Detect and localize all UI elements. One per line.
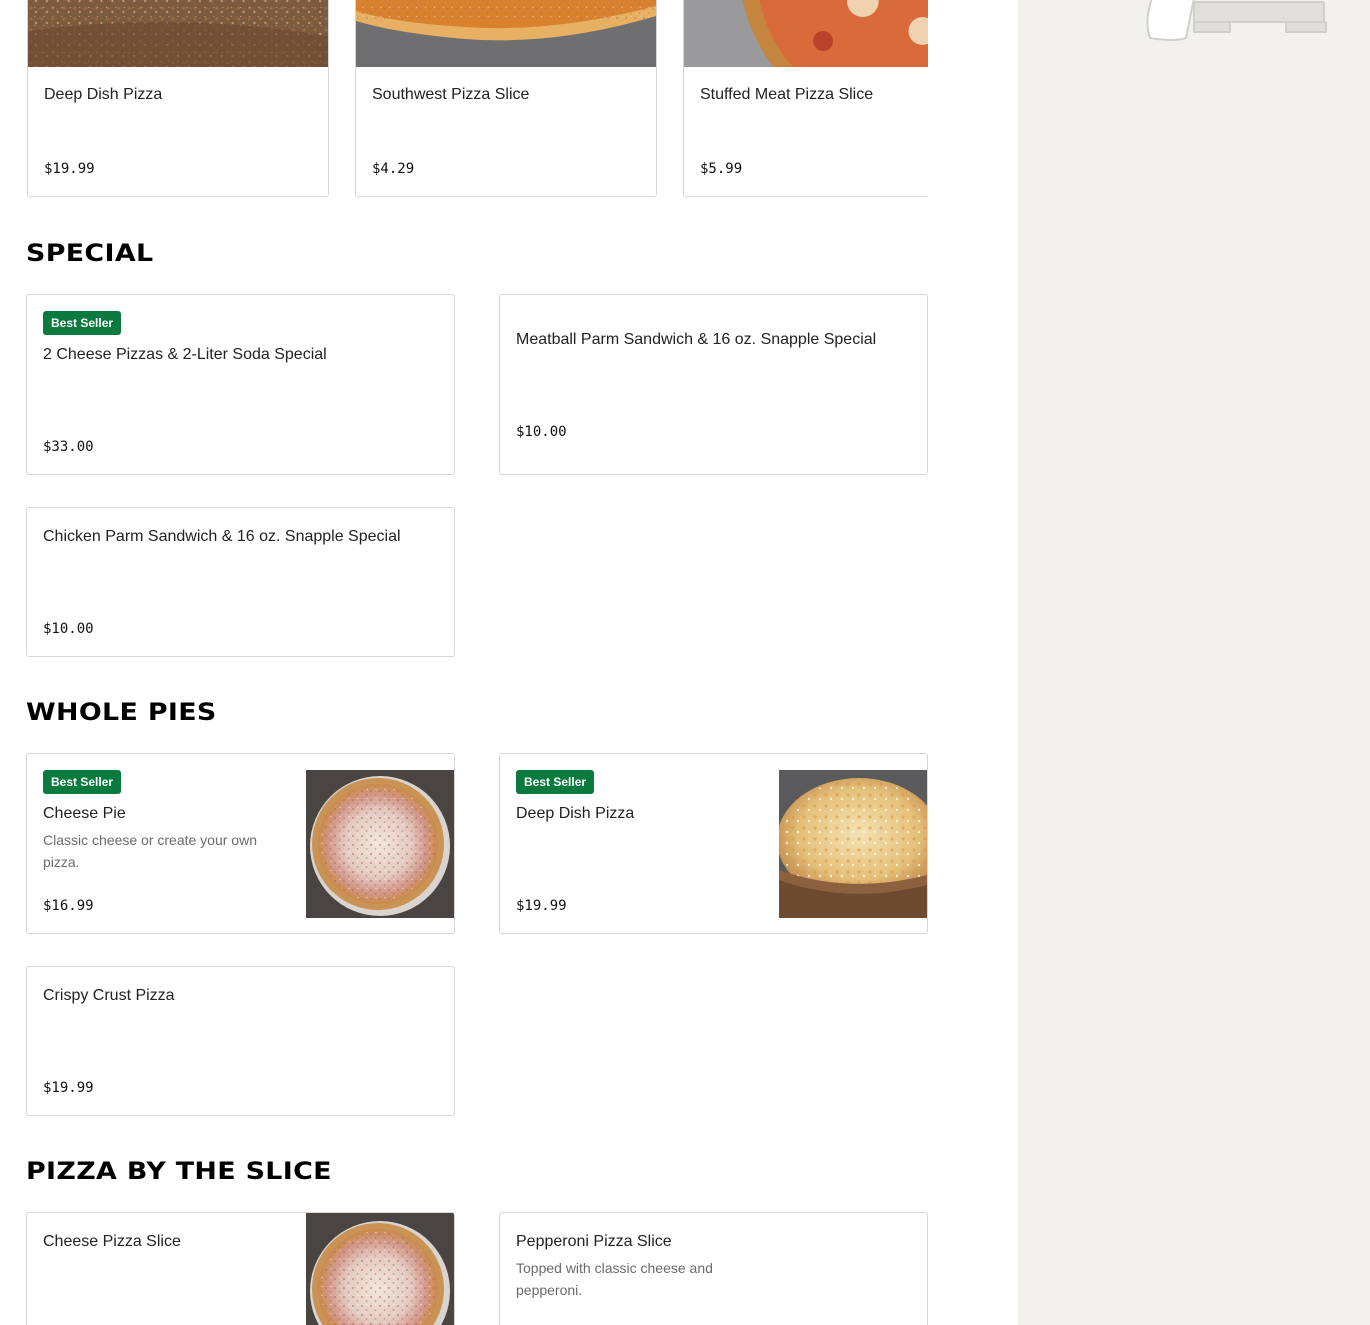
item-price: $19.99 (43, 1080, 94, 1096)
item-description: Topped with classic cheese and pepperoni… (516, 1260, 713, 1298)
best-seller-badge: Best Seller (516, 770, 595, 794)
item-price: $10.00 (43, 621, 94, 637)
item-price: $5.99 (700, 161, 743, 177)
empty-bag-illustration-icon (1146, 0, 1327, 41)
featured-carousel: Deep Dish Pizza $19.99 Southwest Pizza S… (0, 0, 928, 200)
stuffed-meat-pizza-image (684, 0, 928, 67)
section-title-special: SPECIAL (26, 239, 154, 267)
item-name: Meatball Parm Sandwich & 16 oz. Snapple … (516, 331, 877, 348)
menu-item-card[interactable]: Meatball Parm Sandwich & 16 oz. Snapple … (499, 294, 928, 475)
item-name: Deep Dish Pizza (516, 805, 635, 822)
item-name: Crispy Crust Pizza (43, 987, 175, 1004)
item-name: 2 Cheese Pizzas & 2-Liter Soda Special (43, 346, 327, 363)
menu-item-card[interactable]: Crispy Crust Pizza $19.99 (26, 966, 455, 1116)
item-price: $4.29 (372, 161, 415, 177)
item-name: Cheese Pizza Slice (43, 1233, 181, 1250)
item-name: Deep Dish Pizza (44, 86, 163, 103)
item-name: Chicken Parm Sandwich & 16 oz. Snapple S… (43, 528, 401, 545)
menu-item-card[interactable]: Best Seller 2 Cheese Pizzas & 2-Liter So… (26, 294, 455, 475)
menu-item-card[interactable]: Best Seller Cheese Pie Classic cheese or… (26, 753, 455, 934)
deep-dish-pizza-image (28, 0, 328, 67)
best-seller-badge: Best Seller (43, 770, 122, 794)
item-name: Cheese Pie (43, 805, 126, 822)
cart-panel (1018, 0, 1370, 1325)
menu-item-card[interactable]: Cheese Pizza Slice (26, 1212, 455, 1325)
menu-item-card[interactable]: Pepperoni Pizza Slice Topped with classi… (499, 1212, 928, 1325)
southwest-pizza-image (356, 0, 656, 67)
item-name: Pepperoni Pizza Slice (516, 1233, 672, 1250)
featured-item-card[interactable]: Stuffed Meat Pizza Slice $5.99 (683, 0, 928, 197)
item-price: $16.99 (43, 898, 94, 914)
item-price: $33.00 (43, 439, 94, 455)
item-description: Classic cheese or create your own pizza. (43, 832, 257, 870)
cheese-pie-image (306, 770, 454, 918)
section-title-pizza-by-the-slice: PIZZA BY THE SLICE (26, 1157, 332, 1185)
menu-item-card[interactable]: Chicken Parm Sandwich & 16 oz. Snapple S… (26, 507, 455, 657)
menu-main: Deep Dish Pizza $19.99 Southwest Pizza S… (0, 0, 1018, 1325)
item-name: Southwest Pizza Slice (372, 86, 530, 103)
deep-dish-pizza-image (779, 770, 927, 918)
featured-item-card[interactable]: Southwest Pizza Slice $4.29 (355, 0, 657, 197)
best-seller-badge: Best Seller (43, 311, 122, 335)
section-title-whole-pies: WHOLE PIES (26, 698, 217, 726)
featured-item-card[interactable]: Deep Dish Pizza $19.99 (27, 0, 329, 197)
item-name: Stuffed Meat Pizza Slice (700, 86, 874, 103)
item-price: $19.99 (44, 161, 95, 177)
cheese-slice-image (306, 1213, 454, 1325)
menu-item-card[interactable]: Best Seller Deep Dish Pizza $19.99 (499, 753, 928, 934)
item-price: $19.99 (516, 898, 567, 914)
item-price: $10.00 (516, 424, 567, 440)
